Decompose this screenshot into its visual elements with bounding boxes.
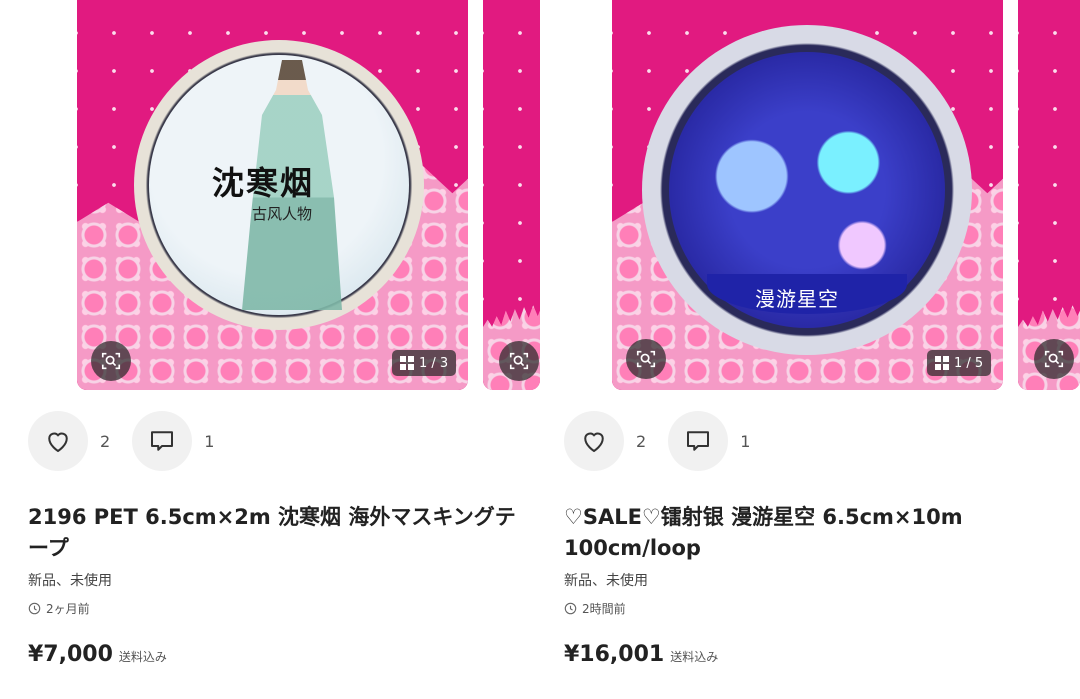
- product-photo[interactable]: 漫游星空 1 / 5: [612, 0, 1003, 390]
- comment-count: 1: [204, 431, 215, 451]
- action-row: 2 1: [564, 411, 772, 471]
- image-carousel[interactable]: 漫游星空 1 / 5: [540, 0, 1080, 390]
- price: ¥7,000: [28, 642, 113, 667]
- gallery-grid-icon: [400, 356, 414, 370]
- tape-subtitle: 古风人物: [252, 205, 313, 223]
- price: ¥16,001: [564, 642, 665, 667]
- gallery-grid-icon: [935, 356, 949, 370]
- item-condition: 新品、未使用: [564, 573, 648, 589]
- tape-title: 漫游星空: [755, 287, 839, 311]
- comment-icon: [151, 431, 174, 451]
- image-search-icon: [636, 350, 656, 368]
- like-button[interactable]: [564, 411, 624, 471]
- tape-title: 沈寒烟: [212, 164, 315, 202]
- image-search-icon: [509, 352, 529, 370]
- product-card[interactable]: 沈寒烟 古风人物 1 / 3 2 1 2196 PET 6.5cm×2m 沈寒烟…: [0, 0, 540, 699]
- comment-count: 1: [740, 431, 751, 451]
- clock-icon: [564, 602, 577, 615]
- image-counter-text: 1 / 3: [419, 355, 449, 371]
- heart-icon: [48, 432, 68, 453]
- product-photo[interactable]: 沈寒烟 古风人物 1 / 3: [77, 0, 468, 390]
- shipping-label: 送料込み: [670, 650, 719, 664]
- image-search-button[interactable]: [499, 341, 539, 381]
- shipping-label: 送料込み: [118, 650, 167, 664]
- like-button[interactable]: [28, 411, 88, 471]
- clock-icon: [28, 602, 41, 615]
- posted-time-text: 2ヶ月前: [46, 602, 90, 616]
- product-card[interactable]: 漫游星空 1 / 5 2 1 ♡SALE♡镭射银 漫游星空 6.5cm×10m …: [540, 0, 1080, 699]
- image-carousel[interactable]: 沈寒烟 古风人物 1 / 3: [0, 0, 540, 390]
- image-search-button[interactable]: [91, 341, 131, 381]
- action-row: 2 1: [28, 411, 236, 471]
- image-search-button[interactable]: [626, 339, 666, 379]
- comment-button[interactable]: [132, 411, 193, 471]
- price-block: ¥16,001 送料込み: [564, 642, 718, 667]
- heart-icon: [584, 432, 604, 453]
- image-counter-text: 1 / 5: [954, 355, 984, 371]
- like-count: 2: [100, 431, 111, 451]
- like-count: 2: [636, 431, 647, 451]
- comment-button[interactable]: [668, 411, 729, 471]
- product-title[interactable]: ♡SALE♡镭射银 漫游星空 6.5cm×10m 100cm/loop: [564, 502, 1054, 564]
- posted-time: 2ヶ月前: [28, 600, 90, 617]
- posted-time: 2時間前: [564, 600, 626, 617]
- price-block: ¥7,000 送料込み: [28, 642, 167, 667]
- comment-icon: [687, 431, 710, 451]
- product-title[interactable]: 2196 PET 6.5cm×2m 沈寒烟 海外マスキングテープ: [28, 502, 518, 564]
- next-photo-peek[interactable]: [1018, 0, 1080, 390]
- image-counter: 1 / 5: [927, 350, 992, 376]
- image-search-button[interactable]: [1034, 339, 1074, 379]
- posted-time-text: 2時間前: [582, 602, 626, 616]
- image-counter: 1 / 3: [392, 350, 457, 376]
- image-search-icon: [1044, 350, 1064, 368]
- next-photo-peek[interactable]: [483, 0, 540, 390]
- item-condition: 新品、未使用: [28, 573, 112, 589]
- image-search-icon: [101, 352, 121, 370]
